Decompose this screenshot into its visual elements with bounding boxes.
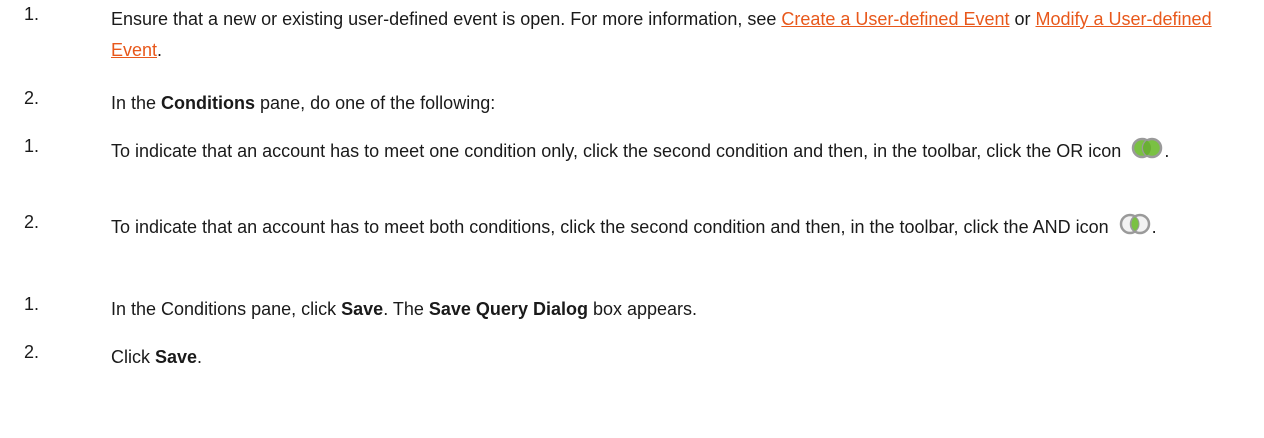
step-text-part: To indicate that an account has to meet … (111, 141, 1122, 161)
step-text-part: . The (383, 299, 429, 319)
create-user-defined-event-link[interactable]: Create a User-defined Event (781, 9, 1009, 29)
step-number: 1. (24, 294, 40, 314)
step-number: 2. (24, 342, 40, 362)
instructions-document: 1. Ensure that a new or existing user-de… (0, 0, 1264, 438)
step-text: Ensure that a new or existing user-defin… (111, 4, 1231, 66)
step-text: Click Save. (111, 342, 1231, 373)
step-number: 1. (24, 136, 40, 156)
step-text-part: . (197, 347, 203, 367)
and-venn-icon (1119, 213, 1150, 235)
step-text-part: In the (111, 93, 162, 113)
step-text-part: In the Conditions pane, click (111, 299, 342, 319)
step-text-part: . (157, 40, 163, 60)
step-text-part: . (1151, 217, 1157, 237)
or-venn-icon (1132, 137, 1163, 159)
step-text-part: Click (111, 347, 155, 367)
step-text: In the Conditions pane, do one of the fo… (111, 88, 1231, 119)
step-text: To indicate that an account has to meet … (111, 136, 1231, 167)
conditions-pane-label: Conditions (161, 93, 256, 113)
step-text-part: Ensure that a new or existing user-defin… (111, 9, 782, 29)
step-text-part: or (1009, 9, 1036, 29)
step-number: 2. (24, 88, 40, 108)
step-text-part: pane, do one of the following: (255, 93, 496, 113)
step-number: 2. (24, 212, 40, 232)
save-label: Save (341, 299, 384, 319)
step-text-part: box appears. (587, 299, 698, 319)
step-number: 1. (24, 4, 40, 24)
step-text: In the Conditions pane, click Save. The … (111, 294, 1231, 325)
save-query-dialog-label: Save Query Dialog (428, 299, 588, 319)
step-text-part: . (1164, 141, 1170, 161)
save-label: Save (155, 347, 198, 367)
step-text: To indicate that an account has to meet … (111, 212, 1231, 243)
step-text-part: To indicate that an account has to meet … (111, 217, 1109, 237)
